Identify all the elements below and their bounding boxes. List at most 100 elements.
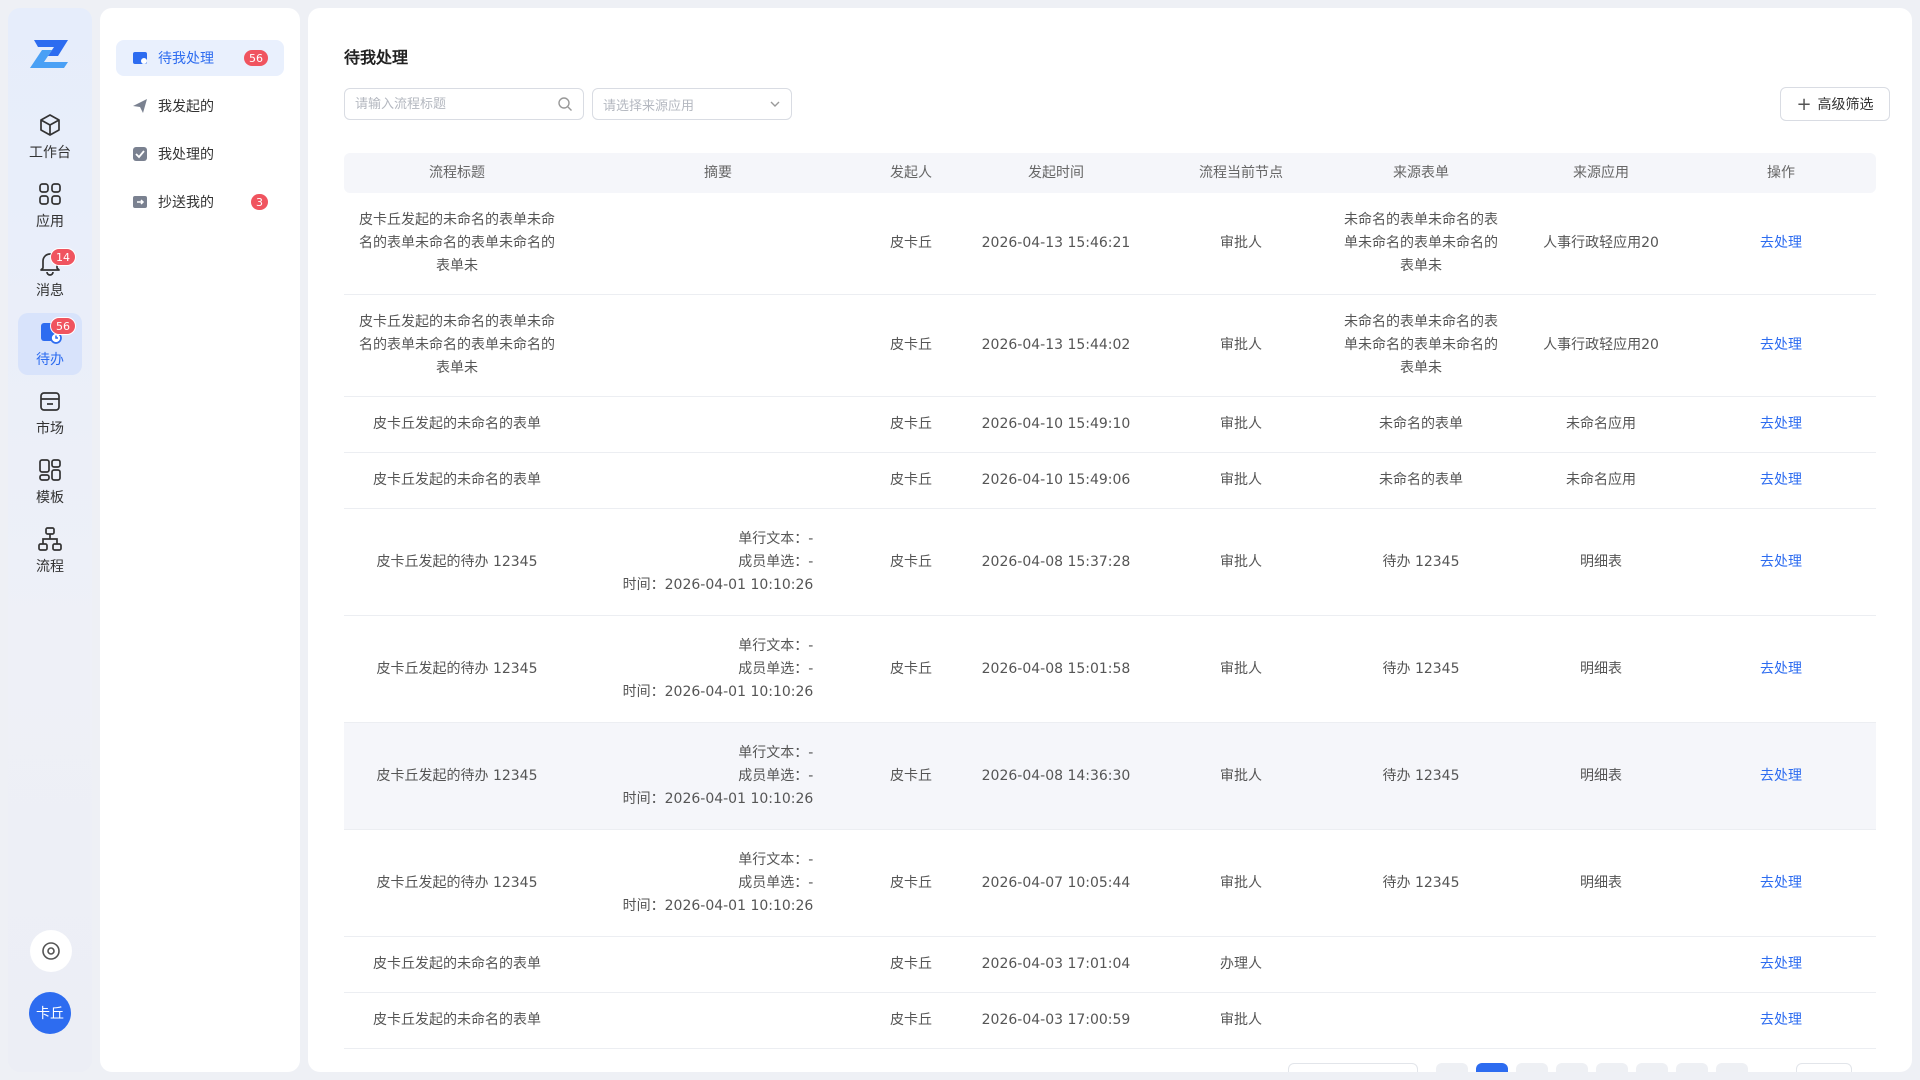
subnav-badge: 56	[244, 50, 268, 66]
rail-item-store[interactable]: 市场	[18, 382, 82, 444]
subnav-item-initiated[interactable]: 我发起的	[116, 88, 284, 124]
store-icon	[40, 392, 60, 411]
cell-title: 皮卡丘发起的未命名的表单	[373, 956, 541, 972]
cell-form: 未命名的表单未命名的表单未命名的表单未命名的表单未	[1344, 212, 1498, 274]
page-6-button[interactable]	[1676, 1063, 1708, 1072]
rail-item-grid[interactable]: 应用	[18, 175, 82, 237]
cell-title: 皮卡丘发起的待办 12345	[376, 767, 538, 784]
cell-time: 2026-04-08 14:36:30	[981, 767, 1131, 784]
rail-item-flow[interactable]: 流程	[18, 520, 82, 582]
cell-title: 皮卡丘发起的未命名的表单	[373, 1012, 541, 1028]
summary-line: 单行文本：-	[738, 530, 814, 547]
cell-app: 未命名应用	[1566, 472, 1636, 488]
search-input[interactable]	[355, 96, 557, 112]
cell-summary: 单行文本：- 成员单选：- 时间：2026-04-01 10:10:26	[570, 742, 866, 811]
header-title: 流程标题	[429, 164, 485, 181]
search-field[interactable]	[344, 88, 584, 120]
cell-time: 2026-04-03 17:00:59	[981, 1012, 1131, 1028]
rail-item-template[interactable]: 模板	[18, 451, 82, 513]
cell-node: 审批人	[1220, 235, 1262, 251]
header-form: 来源表单	[1393, 164, 1449, 181]
summary-block: 单行文本：- 成员单选：- 时间：2026-04-01 10:10:26	[623, 849, 814, 918]
page-1-button[interactable]	[1476, 1063, 1508, 1072]
rail-item-label: 消息	[36, 283, 64, 299]
summary-line: 时间：2026-04-01 10:10:26	[622, 576, 814, 593]
process-link[interactable]: 去处理	[1760, 875, 1802, 891]
advanced-filter-button[interactable]: + 高级筛选	[1780, 87, 1890, 121]
cell-app: 未命名应用	[1566, 416, 1636, 432]
summary-line: 成员单选：-	[738, 660, 814, 677]
rail-item-cube[interactable]: 工作台	[18, 106, 82, 168]
header-summary: 摘要	[704, 164, 732, 181]
process-link[interactable]: 去处理	[1760, 337, 1802, 353]
subnav-item-cc[interactable]: 抄送我的 3	[116, 184, 284, 220]
cell-node: 审批人	[1220, 1012, 1262, 1028]
summary-line: 单行文本：-	[738, 637, 814, 654]
process-link[interactable]: 去处理	[1760, 235, 1802, 251]
cube-icon	[40, 114, 60, 136]
rail-badge: 56	[50, 317, 76, 335]
page-size-select[interactable]	[1288, 1063, 1418, 1072]
table-row: 皮卡丘发起的未命名的表单 皮卡丘 2026-04-10 15:49:10 审批人 未命名…	[344, 397, 1876, 453]
cell-node: 审批人	[1220, 416, 1262, 432]
template-icon	[39, 459, 61, 481]
page-4-button[interactable]	[1596, 1063, 1628, 1072]
process-link[interactable]: 去处理	[1760, 768, 1802, 784]
cell-title: 皮卡丘发起的待办 12345	[376, 553, 538, 570]
cell-action: 去处理	[1686, 953, 1876, 976]
cell-form: 未命名的表单未命名的表单未命名的表单未命名的表单未	[1344, 314, 1498, 376]
table-row: 皮卡丘发起的未命名的表单未命名的表单未命名的表单未命名的表单未 皮卡丘 2026-0…	[344, 295, 1876, 397]
summary-line: 时间：2026-04-01 10:10:26	[622, 683, 814, 700]
cell-title: 皮卡丘发起的未命名的表单	[373, 472, 541, 488]
header-app: 来源应用	[1573, 164, 1629, 181]
cell-action: 去处理	[1686, 658, 1876, 681]
process-link[interactable]: 去处理	[1760, 1012, 1802, 1028]
cell-initiator: 皮卡丘	[890, 235, 932, 251]
search-icon[interactable]	[557, 96, 573, 112]
rail-badge: 14	[50, 248, 76, 266]
cell-title: 皮卡丘发起的待办 12345	[376, 874, 538, 891]
summary-line: 单行文本：-	[738, 851, 814, 868]
cell-node: 审批人	[1220, 767, 1262, 784]
source-app-select[interactable]: 请选择来源应用	[592, 88, 792, 120]
check-box-icon	[133, 147, 147, 161]
grid-icon	[39, 183, 61, 205]
chevron-down-icon	[770, 101, 780, 107]
cell-form: 未命名的表单	[1379, 472, 1463, 488]
cell-action: 去处理	[1686, 413, 1876, 436]
process-link[interactable]: 去处理	[1760, 554, 1802, 570]
cell-action: 去处理	[1686, 765, 1876, 788]
page-jump-input[interactable]	[1796, 1063, 1852, 1072]
page-next-button[interactable]	[1716, 1063, 1748, 1072]
cell-time: 2026-04-10 15:49:10	[981, 416, 1131, 432]
subnav-item-handled[interactable]: 我处理的	[116, 136, 284, 172]
table-row: 皮卡丘发起的未命名的表单未命名的表单未命名的表单未命名的表单未 皮卡丘 2026-0…	[344, 193, 1876, 295]
cell-app: 明细表	[1580, 660, 1622, 677]
cell-initiator: 皮卡丘	[890, 416, 932, 432]
process-link[interactable]: 去处理	[1760, 661, 1802, 677]
process-link[interactable]: 去处理	[1760, 472, 1802, 488]
user-avatar[interactable]: 卡丘	[29, 992, 71, 1034]
rail-item-todo[interactable]: 待办 56	[18, 313, 82, 375]
header-time: 发起时间	[1028, 164, 1084, 181]
settings-button[interactable]	[30, 930, 72, 972]
page-prev-button[interactable]	[1436, 1063, 1468, 1072]
summary-line: 成员单选：-	[738, 767, 814, 784]
page-5-button[interactable]	[1636, 1063, 1668, 1072]
rail-item-label: 流程	[36, 559, 64, 575]
cell-action: 去处理	[1686, 232, 1876, 255]
subnav-item-pending-todo[interactable]: 待我处理 56	[116, 40, 284, 76]
rail-item-label: 模板	[36, 490, 64, 506]
table-row: 皮卡丘发起的未命名的表单 皮卡丘 2026-04-10 15:49:06 审批人 未命名…	[344, 453, 1876, 509]
rail-item-bell[interactable]: 消息 14	[18, 244, 82, 306]
cell-form: 待办 12345	[1382, 874, 1460, 891]
process-link[interactable]: 去处理	[1760, 956, 1802, 972]
table-row: 皮卡丘发起的待办 12345 单行文本：- 成员单选：- 时间：2026-04-01 …	[344, 509, 1876, 616]
cell-initiator: 皮卡丘	[890, 874, 932, 891]
cell-time: 2026-04-13 15:46:21	[981, 235, 1131, 251]
process-link[interactable]: 去处理	[1760, 416, 1802, 432]
header-node: 流程当前节点	[1199, 164, 1283, 181]
cell-time: 2026-04-13 15:44:02	[981, 337, 1131, 353]
page-3-button[interactable]	[1556, 1063, 1588, 1072]
page-2-button[interactable]	[1516, 1063, 1548, 1072]
